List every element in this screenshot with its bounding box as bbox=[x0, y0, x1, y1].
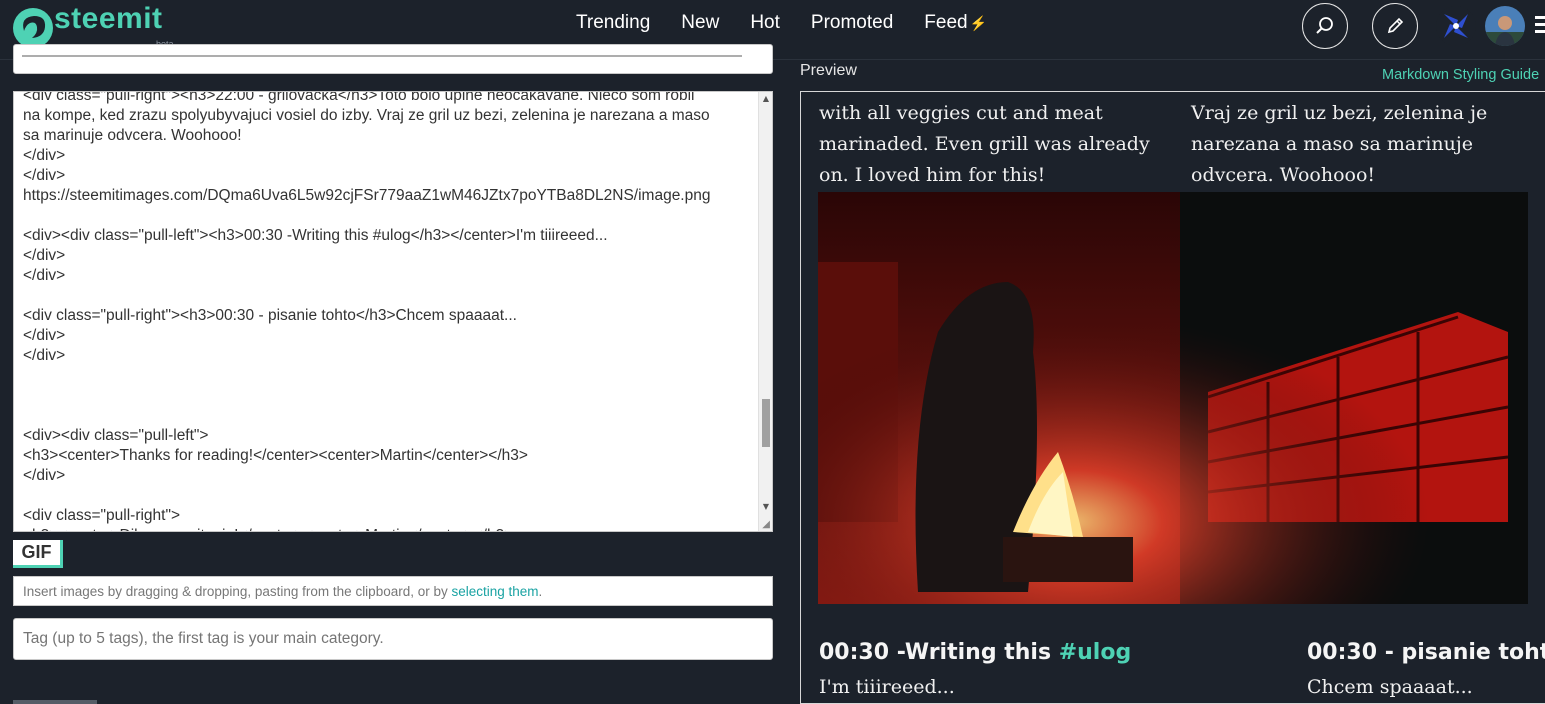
preview-pane: with all veggies cut and meat marinaded.… bbox=[800, 91, 1545, 704]
preview-right-para: Chcem spaaaat... bbox=[1307, 676, 1473, 698]
preview-left-text: with all veggies cut and meat marinaded.… bbox=[819, 102, 1150, 186]
main-nav: Trending New Hot Promoted Feed ⚡ bbox=[576, 12, 1018, 34]
nav-trending[interactable]: Trending bbox=[576, 12, 650, 34]
logo-text[interactable]: steemit bbox=[54, 2, 163, 36]
grill-photo bbox=[818, 192, 1528, 604]
dropzone-end: . bbox=[538, 584, 543, 599]
select-images-link[interactable]: selecting them bbox=[452, 584, 539, 599]
post-title-input[interactable] bbox=[13, 44, 773, 74]
write-post-button[interactable] bbox=[1372, 3, 1418, 49]
preview-right-text: Vraj ze gril uz bezi, zelenina je nareza… bbox=[1191, 102, 1488, 186]
steemit-logo-icon bbox=[13, 8, 53, 48]
image-dropzone[interactable]: Insert images by dragging & dropping, pa… bbox=[13, 576, 773, 606]
post-body-text[interactable]: <div class="pull-right"><h3>22:00 - gril… bbox=[23, 92, 758, 531]
preview-right-heading: 00:30 - pisanie tohto bbox=[1307, 640, 1545, 665]
search-button[interactable] bbox=[1302, 3, 1348, 49]
submit-button[interactable] bbox=[13, 700, 97, 704]
tags-input[interactable] bbox=[13, 618, 773, 660]
menu-icon[interactable] bbox=[1535, 16, 1545, 34]
search-icon bbox=[1316, 17, 1333, 34]
nav-hot[interactable]: Hot bbox=[750, 12, 780, 34]
preview-left-para: I'm tiiireeed... bbox=[819, 676, 955, 698]
pencil-icon bbox=[1387, 17, 1404, 34]
preview-label: Preview bbox=[800, 62, 857, 79]
bolt-icon: ⚡ bbox=[969, 15, 988, 31]
nav-feed[interactable]: Feed ⚡ bbox=[924, 12, 987, 34]
avatar-icon[interactable] bbox=[1436, 6, 1476, 46]
post-body-editor[interactable]: <div class="pull-right"><h3>22:00 - gril… bbox=[13, 91, 773, 532]
nav-promoted[interactable]: Promoted bbox=[811, 12, 893, 34]
nav-new[interactable]: New bbox=[681, 12, 719, 34]
resize-grip-icon[interactable]: ◢ bbox=[762, 519, 770, 530]
scroll-down-icon[interactable]: ▼ bbox=[759, 502, 772, 511]
preview-left-heading: 00:30 -Writing this #ulog bbox=[819, 640, 1132, 665]
gif-button[interactable]: GIF bbox=[13, 540, 63, 568]
scroll-thumb[interactable] bbox=[762, 399, 770, 447]
scroll-up-icon[interactable]: ▲ bbox=[759, 94, 772, 103]
nav-feed-label: Feed bbox=[924, 12, 968, 33]
editor-scrollbar[interactable]: ▲ ▼ bbox=[758, 92, 772, 531]
user-avatar[interactable] bbox=[1485, 6, 1525, 46]
ulog-tag-link[interactable]: #ulog bbox=[1059, 640, 1132, 665]
dropzone-text: Insert images by dragging & dropping, pa… bbox=[23, 584, 452, 599]
markdown-guide-link[interactable]: Markdown Styling Guide bbox=[1382, 67, 1539, 83]
